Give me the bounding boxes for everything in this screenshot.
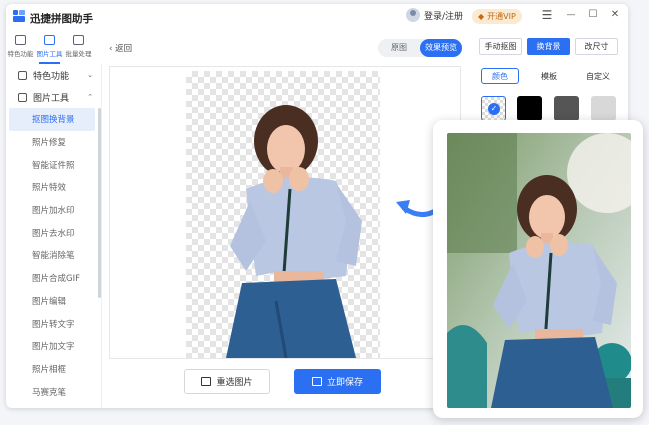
image-icon [18,92,27,102]
original-person-image [447,133,631,408]
tab-manual-cutout[interactable]: 手动抠图 [479,38,522,55]
subtab-custom[interactable]: 自定义 [577,68,619,84]
maximize-icon[interactable]: ☐ [586,9,600,20]
batch-icon [73,35,84,45]
tab-change-background[interactable]: 换背景 [527,38,570,55]
tab-image-tools[interactable]: 图片工具 [35,34,64,64]
tab-resize[interactable]: 改尺寸 [575,38,618,55]
swatch-transparent[interactable]: ✓ [481,96,506,121]
grid-icon [15,35,26,45]
save-label: 立即保存 [326,378,363,388]
original-photo-card [433,120,643,418]
tab-label: 特色功能 [7,50,34,58]
login-button[interactable]: 登录/注册 [406,8,463,22]
tool-category-bar: 特色功能 图片工具 批量处理 [6,34,102,64]
login-label: 登录/注册 [424,11,464,22]
original-photo [447,133,631,408]
cutout-person-image [226,105,362,359]
sidebar-section-image-tools[interactable]: 图片工具 ⌃ [6,86,101,108]
check-icon: ✓ [488,103,500,115]
reselect-image-button[interactable]: 重选图片 [184,369,270,394]
sidebar-item-id-photo[interactable]: 智能证件照 [6,153,101,176]
sidebar-item-add-text[interactable]: 图片加文字 [6,335,101,358]
sidebar-item-cutout[interactable]: 抠图换背景 [9,108,95,131]
swatch-light-gray[interactable] [591,96,616,121]
sidebar-item-mosaic[interactable]: 马赛克笔 [6,380,101,403]
sidebar-item-edit[interactable]: 图片编辑 [6,290,101,313]
sidebar-item-photo-repair[interactable]: 照片修复 [6,131,101,154]
avatar-icon [406,8,420,22]
sidebar-scrollbar[interactable] [98,108,101,298]
preview-view-button[interactable]: 效果预览 [420,39,462,57]
sidebar-item-ocr[interactable]: 图片转文字 [6,312,101,335]
image-tool-icon [44,35,55,45]
save-icon [311,377,322,386]
menu-icon[interactable]: ☰ [540,8,554,22]
app-title: 迅捷拼图助手 [30,13,93,25]
reselect-label: 重选图片 [216,378,253,388]
chevron-up-icon: ⌃ [87,93,93,101]
vip-label: 开通VIP [487,12,516,21]
swatch-gray[interactable] [554,96,579,121]
sidebar-item-photo-effects[interactable]: 照片特效 [6,176,101,199]
swatch-black[interactable] [517,96,542,121]
tab-featured[interactable]: 特色功能 [6,34,35,62]
sidebar-item-frame[interactable]: 照片相框 [6,358,101,381]
app-logo-icon [13,10,25,22]
tab-label: 批量处理 [65,50,92,58]
sidebar-item-eraser[interactable]: 智能消除笔 [6,244,101,267]
minimize-icon[interactable]: — [564,10,578,20]
transparent-background [186,71,380,359]
diamond-icon: ◆ [478,12,485,21]
title-bar: 迅捷拼图助手 登录/注册 ◆ 开通VIP ☰ — ☐ ✕ [6,4,628,30]
section-label: 图片工具 [33,93,70,104]
sidebar: 特色功能 ⌄ 图片工具 ⌃ 抠图换背景 照片修复 智能证件照 照片特效 图片加水… [6,64,102,408]
chevron-left-icon: ‹ [109,44,113,54]
original-view-button[interactable]: 原图 [378,39,420,57]
sidebar-section-featured[interactable]: 特色功能 ⌄ [6,64,101,86]
sidebar-item-add-watermark[interactable]: 图片加水印 [6,199,101,222]
grid-icon [18,70,27,80]
image-icon [201,377,212,386]
save-button[interactable]: 立即保存 [294,369,381,394]
sidebar-item-remove-watermark[interactable]: 图片去水印 [6,221,101,244]
vip-button[interactable]: ◆ 开通VIP [472,9,522,24]
chevron-down-icon: ⌄ [87,71,93,79]
back-button[interactable]: ‹ 返回 [109,42,132,54]
sidebar-item-gif[interactable]: 图片合成GIF [6,267,101,290]
tab-label: 图片工具 [36,50,63,58]
view-toggle: 原图 效果预览 [378,39,462,57]
section-label: 特色功能 [33,71,70,82]
back-label: 返回 [115,44,133,54]
tab-batch[interactable]: 批量处理 [64,34,93,62]
close-icon[interactable]: ✕ [608,9,622,20]
subtab-color[interactable]: 颜色 [481,68,519,84]
subtab-template[interactable]: 模板 [530,68,568,84]
